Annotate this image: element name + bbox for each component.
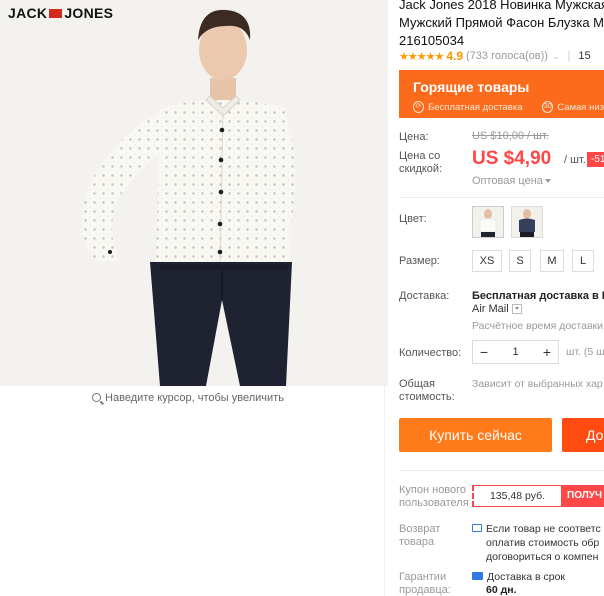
delivery-days: 60 дн. — [486, 584, 517, 596]
product-title-line: 216105034 — [399, 33, 465, 48]
lowest-price-badge: Самая низ — [557, 101, 604, 113]
product-info-panel: Jack Jones 2018 Новинка Мужская Мужский … — [399, 0, 604, 596]
product-title: Jack Jones 2018 Новинка Мужская Мужский … — [399, 0, 604, 50]
quantity-stepper: − 1 + — [472, 340, 559, 364]
hot-deals-title: Горящие товары — [413, 79, 530, 95]
product-gallery: JACK JONES Наведите курсор, чтобы увелич… — [0, 0, 388, 410]
free-shipping-badge: Бесплатная доставка — [427, 101, 523, 113]
returns-label: Возврат товара — [399, 523, 440, 549]
rating-count[interactable]: (733 голоса(ов)) — [466, 50, 548, 62]
return-policy-icon — [472, 524, 482, 532]
coupon-amount: 135,48 руб. — [472, 485, 562, 507]
total-cost-note: Зависит от выбранных хар — [472, 378, 603, 390]
rating-stars-icon: ★★★★★ — [399, 50, 444, 63]
on-time-delivery-line: Доставка в срок — [472, 570, 565, 584]
magnifier-icon — [92, 393, 102, 402]
current-price: US $4,90 — [472, 148, 552, 169]
new-user-coupon-label: Купон нового пользователя — [399, 484, 469, 510]
discount-price-label: Цена со скидкой: — [399, 150, 442, 176]
new-user-coupon-label-line: Купон нового — [399, 484, 467, 496]
rating-value: 4.9 — [446, 49, 463, 63]
zoom-hint-text: Наведите курсор, чтобы увеличить — [105, 392, 284, 404]
buy-now-button[interactable]: Купить сейчас — [399, 418, 552, 452]
shipping-label: Доставка: — [399, 290, 450, 302]
size-option-l[interactable]: L — [572, 250, 594, 272]
discount-badge: -51 — [587, 152, 604, 167]
product-title-line: Jack Jones 2018 Новинка Мужская — [399, 0, 604, 12]
size-option-s[interactable]: S — [509, 250, 531, 272]
discount-price-label-line: Цена со — [399, 150, 441, 162]
truck-icon — [472, 572, 483, 580]
seller-guarantee-label: Гарантии продавца: — [399, 571, 451, 596]
chevron-down-icon[interactable] — [511, 304, 522, 314]
get-coupon-button[interactable]: ПОЛУЧ — [562, 485, 604, 507]
product-main-image[interactable]: JACK JONES — [0, 0, 388, 386]
rating-divider: | — [567, 50, 571, 62]
quantity-label: Количество: — [399, 347, 462, 359]
returns-policy-line: Если товар не соответс — [472, 522, 601, 536]
size-option-m[interactable]: M — [540, 250, 564, 272]
color-swatch-navy-image — [512, 207, 542, 237]
chevron-down-icon[interactable]: ⌄ — [552, 51, 560, 62]
color-swatch-white[interactable] — [472, 206, 504, 238]
shipping-estimate: Расчётное время доставки — [472, 320, 604, 332]
color-swatch-white-image — [473, 207, 503, 237]
returns-policy-line: оплатив стоимость обр — [486, 537, 600, 549]
color-label: Цвет: — [399, 213, 427, 225]
add-to-cart-button[interactable]: До — [562, 418, 604, 452]
product-title-line: Мужский Прямой Фасон Блузка М — [399, 15, 604, 30]
returns-policy-line: договориться о компен — [486, 551, 599, 563]
zoom-hint: Наведите курсор, чтобы увеличить — [0, 392, 376, 404]
section-divider — [399, 197, 604, 198]
caret-down-icon — [544, 179, 551, 183]
total-cost-label-line: стоимость: — [399, 391, 455, 403]
shipping-method-value: Air Mail — [472, 303, 509, 315]
returns-label-line: Возврат — [399, 523, 441, 535]
rating-row[interactable]: ★★★★★ 4.9 (733 голоса(ов)) ⌄ | 15 — [399, 49, 591, 63]
price-unit: / шт. — [564, 154, 586, 166]
quantity-input[interactable]: 1 — [495, 346, 536, 358]
seller-guarantee-label-line: Гарантии — [399, 571, 447, 583]
quantity-increase-button[interactable]: + — [536, 341, 558, 363]
brand-logo: JACK JONES — [8, 5, 114, 21]
wholesale-price-toggle[interactable]: Оптовая цена — [472, 175, 551, 187]
quantity-decrease-button[interactable]: − — [473, 341, 495, 363]
column-divider — [384, 0, 385, 596]
free-shipping-icon: ⟳ — [413, 101, 424, 113]
wholesale-price-text: Оптовая цена — [472, 175, 543, 187]
returns-label-line: товара — [399, 536, 435, 548]
quantity-availability: шт. (5 ш — [566, 346, 604, 358]
total-cost-label-line: Общая — [399, 378, 435, 390]
old-price: US $10,00 / шт. — [472, 130, 549, 142]
returns-policy-text: Если товар не соответс — [486, 523, 601, 535]
orders-count: 15 — [578, 50, 591, 62]
hot-deals-banner[interactable]: Горящие товары ⟳ Бесплатная доставка 30 … — [399, 70, 604, 118]
model-photo — [0, 0, 388, 386]
shipping-destination: Бесплатная доставка в R — [472, 290, 604, 302]
new-user-coupon-label-line: пользователя — [399, 497, 469, 509]
lowest-price-icon: 30 — [542, 101, 554, 113]
price-label: Цена: — [399, 131, 429, 143]
color-swatch-navy[interactable] — [511, 206, 543, 238]
size-option-xs[interactable]: XS — [472, 250, 502, 272]
seller-guarantee-label-line: продавца: — [399, 584, 451, 596]
hot-deals-badges: ⟳ Бесплатная доставка 30 Самая низ — [413, 101, 604, 113]
total-cost-label: Общая стоимость: — [399, 378, 455, 404]
shipping-method-select[interactable]: Air Mail — [472, 303, 522, 315]
section-divider — [399, 470, 604, 471]
size-label: Размер: — [399, 255, 440, 267]
brand-logo-mark — [49, 8, 63, 18]
discount-price-label-line: скидкой: — [399, 163, 443, 175]
on-time-delivery-text: Доставка в срок — [487, 571, 566, 583]
